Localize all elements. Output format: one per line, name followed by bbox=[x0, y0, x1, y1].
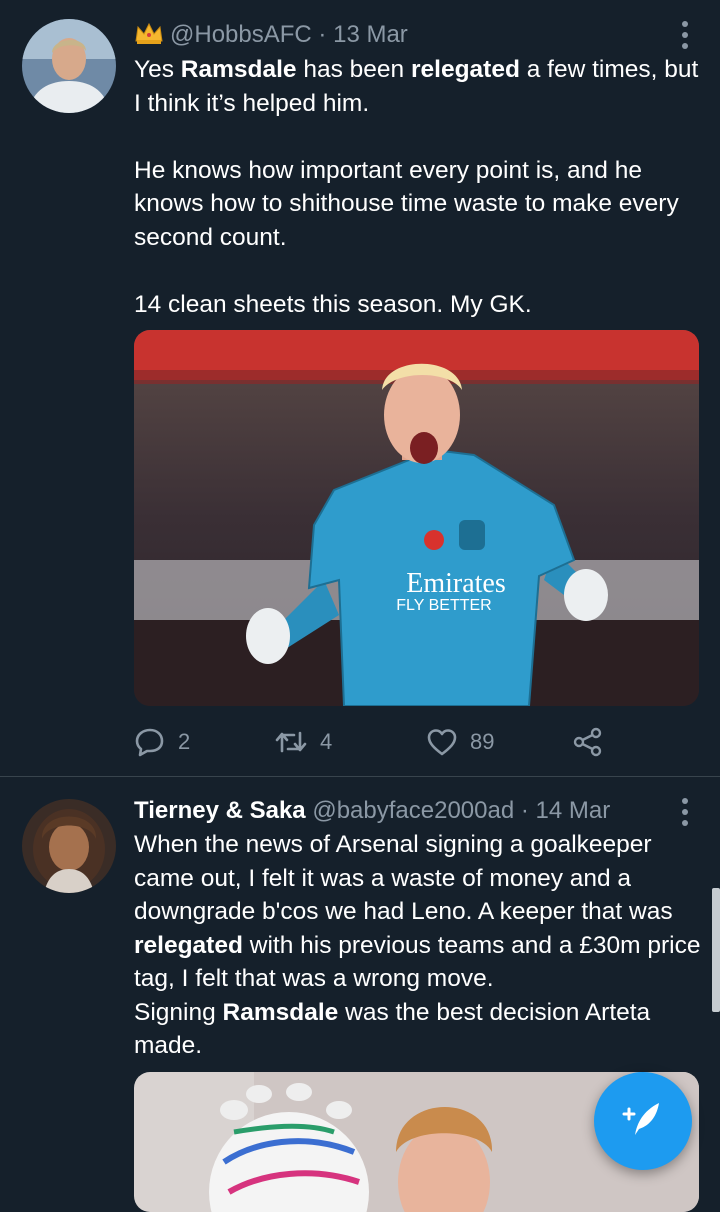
jersey-sponsor: Emirates bbox=[406, 568, 506, 599]
like-button[interactable]: 89 bbox=[426, 724, 494, 760]
compose-feather-icon bbox=[621, 1097, 665, 1146]
tweet-meta: @HobbsAFC · 13 Mar bbox=[134, 18, 408, 52]
avatar[interactable] bbox=[22, 799, 116, 893]
share-button[interactable] bbox=[572, 724, 604, 760]
compose-tweet-button[interactable] bbox=[594, 1072, 692, 1170]
user-handle[interactable]: @HobbsAFC bbox=[170, 21, 312, 48]
user-handle[interactable]: @babyface2000ad bbox=[312, 797, 514, 824]
meta-separator: · bbox=[318, 21, 327, 48]
text-span: Signing bbox=[134, 998, 223, 1026]
bold-text: relegated bbox=[410, 56, 520, 83]
retweet-button[interactable]: 4 bbox=[274, 724, 332, 760]
meta-separator: · bbox=[520, 797, 529, 824]
heart-icon bbox=[426, 727, 458, 757]
text-span: Yes bbox=[134, 56, 181, 83]
reply-count: 2 bbox=[178, 729, 191, 754]
text-span: has been bbox=[296, 56, 411, 83]
tweet-text: When the news of Arsenal signing a goalk… bbox=[134, 828, 704, 1063]
tweet[interactable]: @HobbsAFC · 13 Mar Yes Ramsdale has been… bbox=[0, 0, 720, 776]
tweet-date[interactable]: 13 Mar bbox=[333, 21, 408, 48]
paragraph: 14 clean sheets this season. My GK. bbox=[134, 290, 532, 318]
bold-text: relegated bbox=[134, 931, 243, 959]
tweet-date[interactable]: 14 Mar bbox=[536, 797, 611, 824]
tweet-meta: Tierney & Saka @babyface2000ad · 14 Mar bbox=[134, 794, 610, 828]
more-options-icon[interactable] bbox=[674, 20, 696, 50]
text-span: When the news of Arsenal signing a goalk… bbox=[134, 831, 673, 925]
like-count: 89 bbox=[470, 729, 495, 754]
paragraph: He knows how important every point is, a… bbox=[134, 156, 679, 251]
retweet-icon bbox=[274, 727, 308, 757]
reply-icon bbox=[134, 726, 166, 758]
display-name[interactable]: Tierney & Saka bbox=[134, 797, 306, 824]
more-options-icon[interactable] bbox=[674, 797, 696, 827]
bold-text: Ramsdale bbox=[222, 998, 339, 1026]
tweet[interactable]: Tierney & Saka @babyface2000ad · 14 Mar … bbox=[0, 777, 720, 1212]
tweet-actions: 2 4 89 bbox=[134, 724, 704, 760]
jersey-slogan: FLY BETTER bbox=[396, 597, 491, 614]
tweet-text: Yes Ramsdale has been relegated a few ti… bbox=[134, 53, 704, 321]
crown-icon bbox=[134, 21, 164, 45]
retweet-count: 4 bbox=[320, 729, 333, 754]
scrollbar[interactable] bbox=[712, 888, 720, 1012]
tweet-photo[interactable]: Emirates FLY BETTER bbox=[134, 330, 699, 706]
avatar[interactable] bbox=[22, 19, 116, 113]
reply-button[interactable]: 2 bbox=[134, 724, 190, 760]
share-icon bbox=[572, 727, 604, 757]
bold-text: Ramsdale bbox=[180, 56, 297, 83]
